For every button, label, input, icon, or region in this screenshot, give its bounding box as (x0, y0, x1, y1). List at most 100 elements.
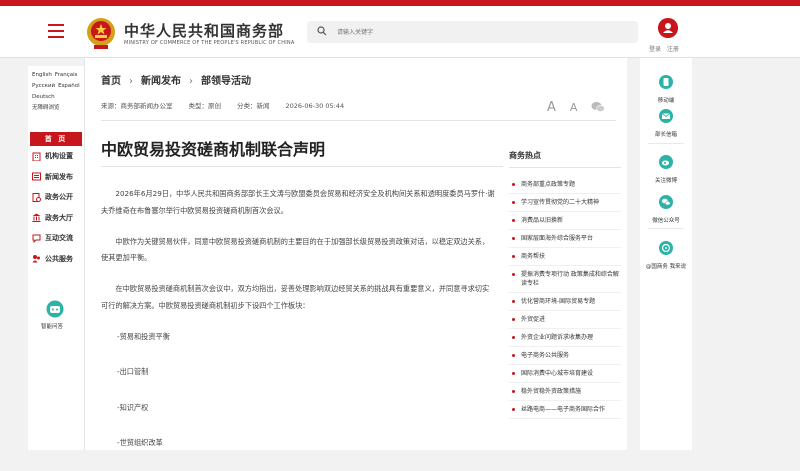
right-nav-divider (648, 143, 684, 144)
title-divider (101, 166, 503, 167)
hot-topic-link[interactable]: 消费品以旧换新 (509, 212, 621, 230)
breadcrumb-section[interactable]: 新闻发布 (141, 76, 181, 87)
hot-topic-link[interactable]: 学习宣传贯彻党的二十大精神 (509, 194, 621, 212)
nav-item-news[interactable]: 新闻发布 (28, 167, 84, 188)
hot-topic-link[interactable]: 国际消费中心城市培育建设 (509, 365, 621, 383)
font-small-button[interactable]: A (570, 101, 578, 114)
right-nav-label: 移动端 (657, 98, 675, 104)
article-list-item: -出口管制 (117, 367, 149, 376)
main-content: 首页 › 新闻发布 › 部领导活动 来源：商务部新闻办公室 类型：原创 分类：新闻 2026-… (84, 58, 627, 450)
article-meta: 来源：商务部新闻办公室 类型：原创 分类：新闻 2026-06-30 05:44 (101, 100, 360, 110)
meta-category: 分类：新闻 (237, 102, 270, 110)
search-bar[interactable] (307, 21, 638, 43)
login-link[interactable]: 登录 (649, 46, 661, 53)
nav-item-organization[interactable]: 机构设置 (28, 146, 84, 167)
right-nav-weibo[interactable]: 关注微博 (640, 154, 692, 184)
left-nav: English Français Русский Español Deutsch 无… (28, 66, 84, 450)
article-list-item: -知识产权 (117, 402, 149, 412)
user-avatar-icon[interactable] (658, 18, 678, 38)
right-nav-label: @国商务 我来说 (645, 264, 687, 270)
lang-spanish[interactable]: Español (58, 83, 80, 89)
wechat-account-icon (659, 195, 673, 209)
meta-source: 来源：商务部新闻办公室 (101, 102, 173, 110)
lang-french[interactable]: Français (55, 72, 78, 78)
search-icon[interactable] (317, 26, 327, 36)
wechat-icon[interactable] (591, 101, 606, 113)
breadcrumb-home[interactable]: 首页 (101, 76, 121, 87)
site-header: 中华人民共和国商务部 MINISTRY OF COMMERCE OF THE P… (0, 6, 800, 58)
meta-type: 类型：原创 (188, 102, 222, 110)
hot-topics: 商务热点 商务部重点政策专题 学习宣传贯彻党的二十大精神 消费品以旧换新 国家层… (509, 150, 621, 419)
nav-home[interactable]: 首 页 (30, 132, 82, 146)
news-icon (32, 172, 41, 181)
user-links: 登录 注册 (649, 44, 685, 53)
hot-topics-title: 商务热点 (509, 150, 621, 168)
national-emblem-icon[interactable] (86, 16, 116, 50)
nav-item-label: 政务公开 (45, 193, 73, 202)
site-title[interactable]: 中华人民共和国商务部 (124, 20, 284, 41)
right-nav-wechat[interactable]: 微信公众号 (640, 194, 692, 224)
nav-item-label: 互动交流 (45, 234, 73, 243)
breadcrumb-separator: › (189, 76, 193, 87)
hot-topic-link[interactable]: 优化营商环境-国际贸易专题 (509, 293, 621, 311)
font-large-button[interactable]: A (547, 100, 556, 115)
right-nav-mobile[interactable]: 移动端 (640, 74, 692, 104)
article-list-item: -贸易和投资平衡 (117, 331, 170, 341)
lang-russian[interactable]: Русский (32, 83, 55, 89)
chat-icon (32, 234, 41, 243)
smart-qa-label: 智能问答 (40, 324, 63, 330)
hot-topic-link[interactable]: 外资企业问题诉求收集办理 (509, 329, 621, 347)
hot-topic-link[interactable]: 国家层面海外综合服务平台 (509, 230, 621, 248)
hot-topic-link[interactable]: 商务部重点政策专题 (509, 176, 621, 194)
hot-topic-link[interactable]: 提振消费专项行动 政策集成和综合解读专栏 (509, 266, 621, 293)
nav-item-public-service[interactable]: 公共服务 (28, 249, 84, 270)
nav-item-hall[interactable]: 政务大厅 (28, 208, 84, 229)
hot-topics-list: 商务部重点政策专题 学习宣传贯彻党的二十大精神 消费品以旧换新 国家层面海外综合… (509, 176, 621, 419)
right-nav-label: 部长信箱 (654, 132, 677, 138)
language-links: English Français Русский Español Deutsch 无… (28, 66, 84, 114)
menu-icon[interactable] (48, 24, 64, 38)
breadcrumb: 首页 › 新闻发布 › 部领导活动 (101, 72, 251, 87)
lang-german[interactable]: Deutsch (32, 94, 55, 100)
open-gov-icon (32, 192, 41, 202)
lang-english[interactable]: English (32, 72, 52, 78)
article-list-item: -世贸组织改革 (117, 438, 163, 447)
hot-topic-link[interactable]: 商务帮扶 (509, 248, 621, 266)
building-icon (32, 152, 41, 161)
nav-item-label: 机构设置 (45, 152, 73, 161)
search-input[interactable] (337, 24, 627, 40)
article-body: 2026年6月29日，中华人民共和国商务部部长王文涛与欧盟委员会贸易和经济安全及… (101, 186, 496, 471)
article-paragraph: 中欧作为关键贸易伙伴，同意中欧贸易投资磋商机制的主要目的在于加强部长级贸易投资政… (101, 236, 490, 263)
smart-qa[interactable]: 智能问答 (41, 300, 68, 330)
mailbox-icon (659, 109, 673, 123)
article-paragraph: 2026年6月29日，中华人民共和国商务部部长王文涛与欧盟委员会贸易和经济安全及… (101, 189, 495, 215)
accessibility-link[interactable]: 无障碍浏览 (32, 105, 60, 111)
right-nav-label: 关注微博 (654, 178, 677, 184)
breadcrumb-sub[interactable]: 部领导活动 (201, 76, 251, 87)
register-link[interactable]: 注册 (667, 46, 679, 53)
right-nav-divider (648, 228, 684, 229)
nav-item-open-gov[interactable]: 政务公开 (28, 187, 84, 208)
nav-item-label: 新闻发布 (45, 172, 73, 181)
service-icon (32, 255, 40, 263)
article-paragraph: 在中欧贸易投资磋商机制首次会议中，双方均指出，妥善处理影响双边经贸关系的挑战具有… (101, 284, 490, 310)
site-title-en: MINISTRY OF COMMERCE OF THE PEOPLE'S REP… (124, 40, 295, 46)
hall-icon (32, 213, 41, 223)
weibo-icon (659, 155, 673, 169)
feedback-icon (659, 241, 673, 255)
meta-divider (101, 120, 616, 121)
breadcrumb-separator: › (129, 76, 133, 87)
hot-topic-link[interactable]: 丝路电商——电子商务国际合作 (509, 401, 621, 419)
nav-item-label: 公共服务 (45, 254, 73, 263)
right-nav: 移动端 部长信箱 关注微博 微信公众号 @国商务 我来说 (640, 58, 692, 450)
hot-topic-link[interactable]: 电子商务公共服务 (509, 347, 621, 365)
hot-topic-link[interactable]: 稳外贸稳外资政策措施 (509, 383, 621, 401)
hot-topic-link[interactable]: 外贸促进 (509, 311, 621, 329)
right-nav-mailbox[interactable]: 部长信箱 (640, 108, 692, 138)
mobile-icon (659, 75, 673, 89)
nav-item-label: 政务大厅 (45, 213, 73, 222)
nav-item-interaction[interactable]: 互动交流 (28, 228, 84, 249)
right-nav-label: 微信公众号 (652, 218, 680, 224)
right-nav-feedback[interactable]: @国商务 我来说 (640, 240, 692, 270)
robot-icon (46, 300, 64, 318)
